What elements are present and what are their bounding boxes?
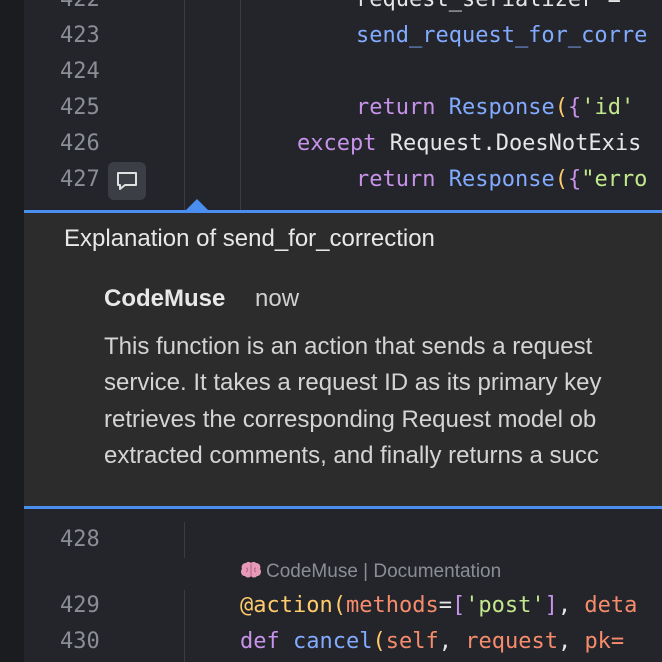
comment-body-line: retrieves the corresponding Request mode… [104,406,597,433]
code-line-426: 426 except Request.DoesNotExis [24,126,662,162]
panel-caret [186,199,208,210]
code-line-425: 425 return Response({'id' [24,90,662,126]
code-text: request_serializer = [356,0,634,18]
thread-title: Explanation of send_for_correction [64,225,435,252]
comment-author: CodeMuse [104,285,226,312]
line-number: 428 [60,527,100,552]
code-text: send_request_for_corre [356,23,648,48]
codelens-label: CodeMuse | Documentation [266,561,502,582]
comment-body-line: extracted comments, and finally returns … [104,442,599,469]
line-number: 424 [60,59,100,84]
panel-bottom-border [24,506,662,509]
brain-icon [240,558,262,586]
line-number: 430 [60,629,100,654]
add-comment-button[interactable] [108,162,146,200]
code-text: def cancel(self, request, pk= [240,629,625,654]
line-number: 425 [60,95,100,120]
code-line-429: 429 @action(methods=['post'], deta [24,588,662,624]
code-text: return Response({'id' [356,95,635,120]
comment-icon [117,172,137,190]
code-line-430: 430 def cancel(self, request, pk= [24,624,662,660]
code-line-424: 424 [24,54,662,90]
comment-time: now [255,285,300,312]
code-line-428: 428 [24,522,662,558]
code-line-423: 423 send_request_for_corre [24,18,662,54]
code-text: return Response({"erro [356,167,648,192]
line-number: 422 [60,0,140,18]
comment-thread-panel: Explanation of send_for_correction CodeM… [24,213,662,506]
codelens[interactable]: CodeMuse | Documentation [240,558,501,586]
line-number: 426 [60,131,100,156]
code-text: @action(methods=['post'], deta [240,593,638,618]
line-number: 423 [60,23,100,48]
code-text: except Request.DoesNotExis [297,131,642,156]
activity-bar [0,0,24,662]
line-number: 429 [60,593,100,618]
comment-body-line: service. It takes a request ID as its pr… [104,369,602,396]
comment-body-line: This function is an action that sends a … [104,333,593,360]
code-line-422: 422 request_serializer = [24,0,662,18]
